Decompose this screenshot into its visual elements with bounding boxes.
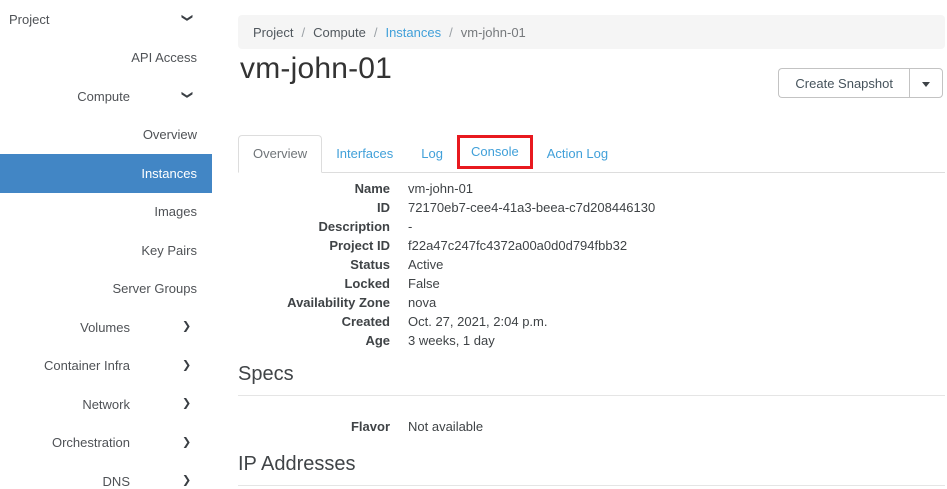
sidebar-item-images[interactable]: Images xyxy=(0,193,212,232)
field-value: 72170eb7-cee4-41a3-beea-c7d208446130 xyxy=(408,198,655,217)
field-label: Project ID xyxy=(238,236,390,255)
field-label: Age xyxy=(238,331,390,350)
chevron-right-icon: ❯ xyxy=(182,322,191,333)
sidebar-item-orchestration[interactable]: Orchestration❯ xyxy=(0,424,212,463)
field-label: Status xyxy=(238,255,390,274)
sidebar-item-network[interactable]: Network❯ xyxy=(0,385,212,424)
field-value: False xyxy=(408,274,440,293)
create-snapshot-button[interactable]: Create Snapshot xyxy=(778,68,909,98)
sidebar-item-dns[interactable]: DNS❯ xyxy=(0,462,212,489)
breadcrumb-separator: / xyxy=(293,25,313,40)
sidebar-item-label: Instances xyxy=(0,166,212,181)
sidebar-item-label: DNS xyxy=(0,474,212,489)
tab-console[interactable]: Console xyxy=(457,135,533,169)
sidebar-item-overview[interactable]: Overview xyxy=(0,116,212,155)
chevron-down-icon: ❯ xyxy=(181,14,192,23)
sidebar-item-api-access[interactable]: API Access xyxy=(0,39,212,78)
sidebar-item-server-groups[interactable]: Server Groups xyxy=(0,270,212,309)
tab-bar: OverviewInterfacesLogConsoleAction Log xyxy=(238,135,945,173)
breadcrumb-separator: / xyxy=(366,25,386,40)
breadcrumb-separator: / xyxy=(441,25,461,40)
field-row-locked: Locked False xyxy=(238,274,945,293)
field-value: Not available xyxy=(408,417,483,436)
snapshot-dropdown-toggle[interactable] xyxy=(909,68,943,98)
field-row-availability-zone: Availability Zone nova xyxy=(238,293,945,312)
section-title-ip-addresses: IP Addresses xyxy=(238,453,945,486)
chevron-right-icon: ❯ xyxy=(182,437,191,448)
field-value: Active xyxy=(408,255,443,274)
field-row-description: Description- xyxy=(238,217,945,236)
overview-panel: Name vm-john-01 ID 72170eb7-cee4-41a3-beea-… xyxy=(238,179,945,486)
specs-fields: Flavor Not available xyxy=(238,417,945,436)
breadcrumb-item-instances[interactable]: Instances xyxy=(385,25,441,40)
field-value: 3 weeks, 1 day xyxy=(408,331,495,350)
field-label: Description xyxy=(238,217,390,236)
tab-interfaces[interactable]: Interfaces xyxy=(322,135,407,173)
sidebar-item-key-pairs[interactable]: Key Pairs xyxy=(0,231,212,270)
field-row-project-id: Project ID f22a47c247fc4372a00a0d0d794fbb… xyxy=(238,236,945,255)
instance-detail-fields: Name vm-john-01 ID 72170eb7-cee4-41a3-beea-… xyxy=(238,179,945,350)
field-row-age: Age 3 weeks, 1 day xyxy=(238,331,945,350)
sidebar-item-compute[interactable]: Compute❯ xyxy=(0,77,212,116)
field-label: Locked xyxy=(238,274,390,293)
tab-action-log[interactable]: Action Log xyxy=(533,135,622,173)
sidebar-nav: Project❯ API Access Compute❯ Overview Instan… xyxy=(0,0,212,489)
sidebar-item-label: API Access xyxy=(0,50,212,65)
field-label: Created xyxy=(238,312,390,331)
sidebar-item-project[interactable]: Project❯ xyxy=(0,0,212,39)
field-row-flavor: Flavor Not available xyxy=(238,417,945,436)
field-value: nova xyxy=(408,293,436,312)
main-content: Project/Compute/Instances/vm-john-01 vm-… xyxy=(212,0,947,489)
page-title: vm-john-01 xyxy=(240,52,392,86)
sidebar-item-container-infra[interactable]: Container Infra❯ xyxy=(0,347,212,386)
sidebar-item-label: Server Groups xyxy=(0,281,212,296)
breadcrumb-item-compute: Compute xyxy=(313,25,366,40)
sidebar-item-label: Key Pairs xyxy=(0,243,212,258)
field-row-id: ID 72170eb7-cee4-41a3-beea-c7d208446130 xyxy=(238,198,945,217)
sidebar-item-label: Overview xyxy=(0,127,212,142)
chevron-right-icon: ❯ xyxy=(182,399,191,410)
field-value: f22a47c247fc4372a00a0d0d794fbb32 xyxy=(408,236,627,255)
create-snapshot-button-group: Create Snapshot xyxy=(778,68,943,98)
tab-overview[interactable]: Overview xyxy=(238,135,322,173)
field-value: Oct. 27, 2021, 2:04 p.m. xyxy=(408,312,547,331)
breadcrumb: Project/Compute/Instances/vm-john-01 xyxy=(238,15,945,49)
breadcrumb-item-vm-john-01: vm-john-01 xyxy=(461,25,526,40)
section-title-specs: Specs xyxy=(238,363,945,396)
tab-log[interactable]: Log xyxy=(407,135,457,173)
field-value: vm-john-01 xyxy=(408,179,473,198)
sidebar-item-volumes[interactable]: Volumes❯ xyxy=(0,308,212,347)
sidebar-item-label: Orchestration xyxy=(0,435,212,450)
field-label: Availability Zone xyxy=(238,293,390,312)
sidebar-item-instances[interactable]: Instances xyxy=(0,154,212,193)
chevron-down-icon: ❯ xyxy=(181,91,192,100)
field-row-status: Status Active xyxy=(238,255,945,274)
chevron-right-icon: ❯ xyxy=(182,476,191,487)
field-label: Flavor xyxy=(238,417,390,436)
sidebar-item-label: Network xyxy=(0,397,212,412)
sidebar-item-label: Volumes xyxy=(0,320,212,335)
field-value: - xyxy=(408,217,412,236)
field-label: Name xyxy=(238,179,390,198)
sidebar-item-label: Images xyxy=(0,204,212,219)
field-label: ID xyxy=(238,198,390,217)
sidebar-item-label: Container Infra xyxy=(0,358,212,373)
chevron-right-icon: ❯ xyxy=(182,360,191,371)
field-row-name: Name vm-john-01 xyxy=(238,179,945,198)
breadcrumb-item-project: Project xyxy=(253,25,293,40)
field-row-created: Created Oct. 27, 2021, 2:04 p.m. xyxy=(238,312,945,331)
caret-down-icon xyxy=(922,82,930,87)
